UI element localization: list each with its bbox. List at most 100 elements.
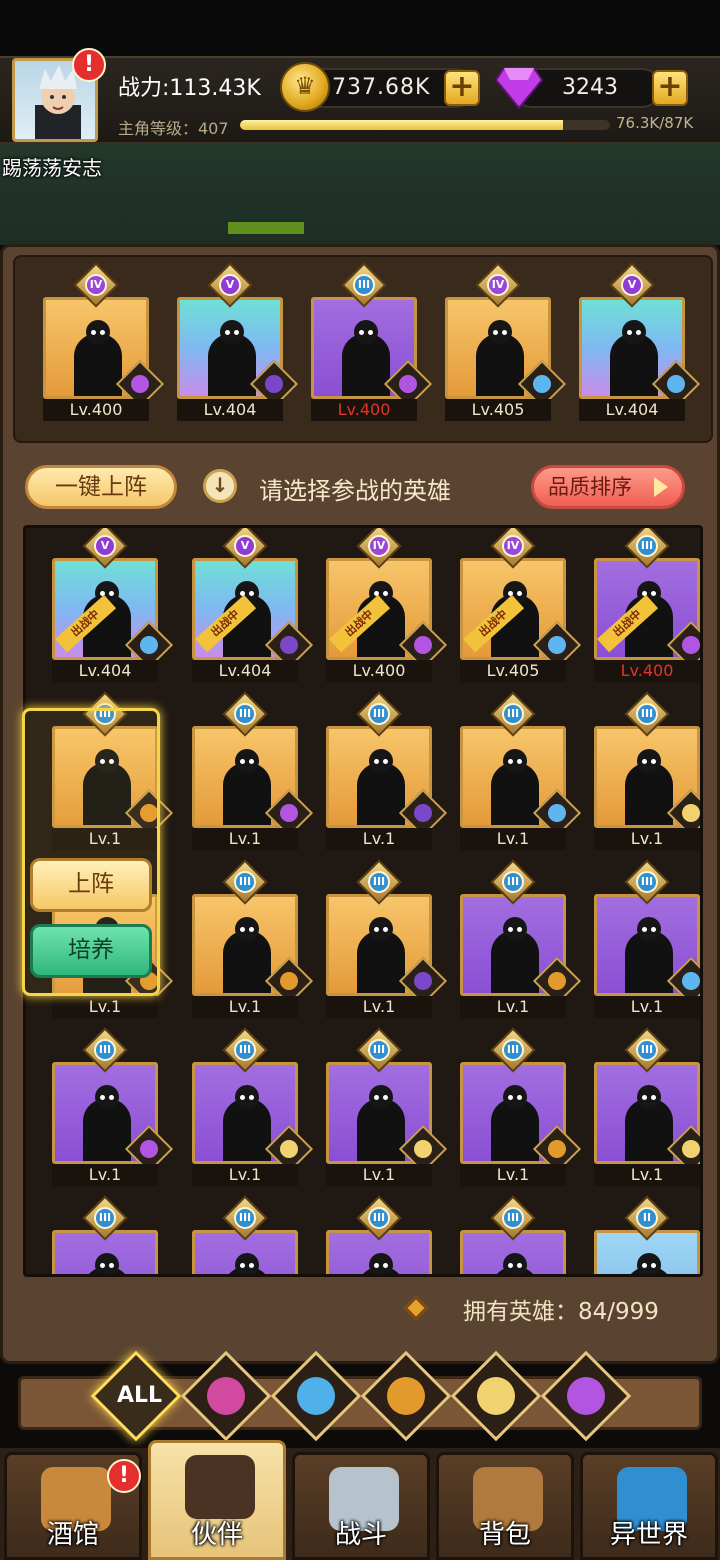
rank-badge-icon: V (222, 528, 268, 569)
nav-tab-battle[interactable]: 战斗 (292, 1452, 430, 1560)
play-arrow-icon (654, 477, 668, 497)
lion-icon (387, 1377, 425, 1415)
hero-card[interactable]: 出战中 IV Lv.405 (460, 528, 582, 682)
gem-value: 3243 (562, 75, 618, 100)
rank-label: III (234, 1039, 256, 1061)
hero-level: Lv.405 (460, 660, 566, 682)
hero-card[interactable]: III Lv.1 (192, 691, 314, 850)
rank-badge-icon: III (356, 859, 402, 905)
hero-level: Lv.400 (594, 660, 700, 682)
nav-tab-partner[interactable]: 伙伴 (148, 1440, 286, 1560)
rank-badge-icon: IV (475, 262, 521, 308)
hero-card[interactable]: III Lv.1 (594, 691, 700, 850)
rank-label: III (368, 1207, 390, 1229)
train-button[interactable]: 培养 (30, 924, 152, 978)
rank-badge-icon: III (82, 1195, 128, 1241)
rank-label: II (636, 1207, 658, 1229)
rank-label: V (94, 535, 116, 557)
hero-card[interactable]: IV Lv.400 (43, 262, 165, 421)
nav-tab-label: 战斗 (334, 1520, 387, 1550)
rank-badge-icon: III (490, 859, 536, 905)
hero-level: Lv.1 (460, 1164, 566, 1186)
tavern-alert-icon: ! (107, 1459, 141, 1493)
hero-level: Lv.1 (594, 996, 700, 1018)
hero-figure-icon (223, 1085, 271, 1161)
team-lineup: IV Lv.400 V Lv.404 III Lv.400 IV Lv.405 V Lv.404 (13, 255, 713, 443)
hero-card[interactable]: III Lv.1 (326, 1027, 448, 1186)
rank-label: III (636, 535, 658, 557)
hero-figure-icon (357, 1085, 405, 1161)
hero-card[interactable]: III Lv.400 (311, 262, 433, 421)
hero-card[interactable]: III Lv.1 (460, 1027, 582, 1186)
nav-tab-label: 伙伴 (190, 1520, 243, 1550)
hero-card[interactable]: 出战中 IV Lv.400 (326, 528, 448, 682)
xp-value: 76.3K/87K (616, 114, 694, 132)
rank-badge-icon: III (356, 1195, 402, 1241)
rank-badge-icon: IV (73, 262, 119, 308)
hero-card[interactable]: IV Lv.405 (445, 262, 567, 421)
rank-label: III (94, 1039, 116, 1061)
hero-figure-icon (491, 1085, 539, 1161)
add-gold-button[interactable]: + (444, 70, 480, 106)
hero-card[interactable]: III Lv.1 (326, 691, 448, 850)
gem-icon (494, 67, 544, 110)
hero-card[interactable]: V Lv.404 (579, 262, 701, 421)
rank-badge-icon: V (207, 262, 253, 308)
hero-card[interactable]: III Lv.1 (192, 1027, 314, 1186)
hero-figure-icon (491, 917, 539, 993)
rank-badge-icon: III (341, 262, 387, 308)
hero-figure-icon (357, 917, 405, 993)
hero-card[interactable]: 出战中 V Lv.404 (192, 528, 314, 682)
deploy-button[interactable]: 上阵 (30, 858, 152, 912)
hero-card[interactable]: III Lv.1 (192, 859, 314, 1018)
diamond-icon (403, 1295, 429, 1321)
hero-level: Lv.404 (192, 660, 298, 682)
hero-card[interactable]: III (52, 1195, 158, 1274)
rank-badge-icon: III (222, 859, 268, 905)
sort-label: 品质排序 (548, 475, 632, 499)
nav-tab-tavern[interactable]: 酒馆! (4, 1452, 142, 1560)
hero-card[interactable]: III Lv.1 (52, 1027, 174, 1186)
hero-level: Lv.400 (326, 660, 432, 682)
hero-card[interactable]: 出战中 III Lv.400 (594, 528, 700, 682)
hero-figure-icon (208, 320, 256, 396)
nav-tab-label: 异世界 (609, 1520, 688, 1550)
hero-figure-icon (491, 749, 539, 825)
hero-card[interactable]: III Lv.1 (460, 859, 582, 1018)
hero-level: Lv.1 (192, 996, 298, 1018)
player-name: 踢荡荡安志 (2, 156, 102, 180)
rank-label: III (234, 1207, 256, 1229)
hero-figure-icon (223, 1253, 271, 1274)
nav-tab-portal[interactable]: 异世界 (580, 1452, 718, 1560)
hero-card[interactable]: V Lv.404 (177, 262, 299, 421)
rank-label: III (636, 703, 658, 725)
hero-card[interactable]: II (594, 1195, 700, 1274)
add-gem-button[interactable]: + (652, 70, 688, 106)
hero-card[interactable]: III (192, 1195, 298, 1274)
hero-level: Lv.1 (326, 1164, 432, 1186)
rank-badge-icon: III (222, 691, 268, 737)
hero-card[interactable]: III (460, 1195, 566, 1274)
hero-card[interactable]: 出战中 V Lv.404 (52, 528, 174, 682)
hero-figure-icon (491, 1253, 539, 1274)
rank-badge-icon: IV (356, 528, 402, 569)
hero-card[interactable]: III Lv.1 (594, 859, 700, 1018)
rank-label: III (234, 703, 256, 725)
nav-tab-backpack[interactable]: 背包 (436, 1452, 574, 1560)
hero-card[interactable]: III (326, 1195, 432, 1274)
rank-label: III (368, 871, 390, 893)
hero-level: Lv.1 (326, 996, 432, 1018)
rank-badge-icon: V (82, 528, 128, 569)
hero-level: Lv.1 (326, 828, 432, 850)
hero-card[interactable]: III Lv.1 (594, 1027, 700, 1186)
one-click-deploy-button[interactable]: 一键上阵 (25, 465, 177, 509)
hero-level: Lv.1 (594, 828, 700, 850)
rank-badge-icon: III (490, 1195, 536, 1241)
hero-card[interactable]: III Lv.1 (460, 691, 582, 850)
hero-figure-icon (83, 1253, 131, 1274)
rank-badge-icon: III (222, 1195, 268, 1241)
quality-sort-button[interactable]: 品质排序 (531, 465, 685, 509)
hero-level: Lv.405 (445, 399, 551, 421)
hero-level: Lv.1 (460, 996, 566, 1018)
hero-card[interactable]: III Lv.1 (326, 859, 448, 1018)
